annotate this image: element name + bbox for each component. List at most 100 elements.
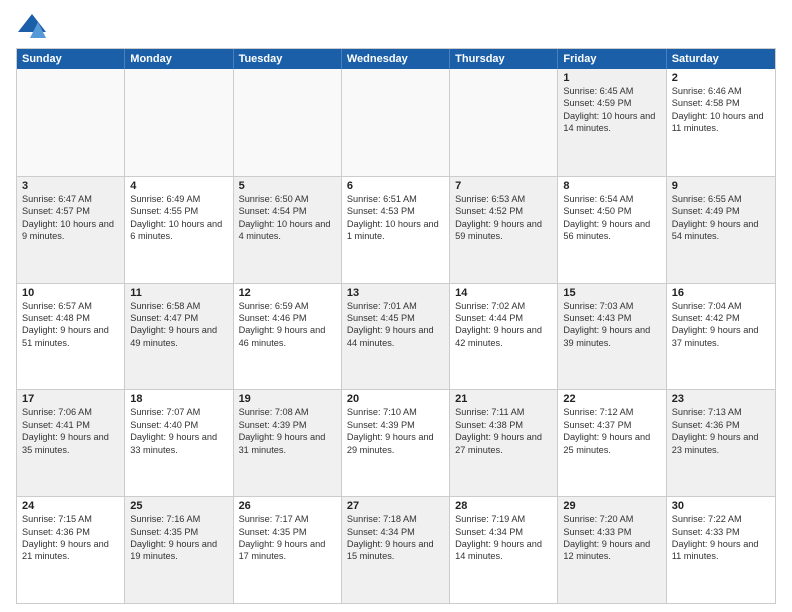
day-header-saturday: Saturday xyxy=(667,49,775,69)
cell-daylight-info: Sunrise: 6:46 AM Sunset: 4:58 PM Dayligh… xyxy=(672,85,770,135)
calendar-cell xyxy=(342,69,450,176)
calendar-row: 17Sunrise: 7:06 AM Sunset: 4:41 PM Dayli… xyxy=(17,389,775,496)
calendar-cell: 30Sunrise: 7:22 AM Sunset: 4:33 PM Dayli… xyxy=(667,497,775,603)
day-number: 2 xyxy=(672,72,770,84)
cell-daylight-info: Sunrise: 7:18 AM Sunset: 4:34 PM Dayligh… xyxy=(347,513,444,563)
cell-daylight-info: Sunrise: 6:57 AM Sunset: 4:48 PM Dayligh… xyxy=(22,300,119,350)
day-number: 25 xyxy=(130,500,227,512)
calendar-cell: 4Sunrise: 6:49 AM Sunset: 4:55 PM Daylig… xyxy=(125,177,233,283)
cell-daylight-info: Sunrise: 7:16 AM Sunset: 4:35 PM Dayligh… xyxy=(130,513,227,563)
cell-daylight-info: Sunrise: 6:47 AM Sunset: 4:57 PM Dayligh… xyxy=(22,193,119,243)
day-number: 11 xyxy=(130,287,227,299)
day-number: 3 xyxy=(22,180,119,192)
header xyxy=(16,12,776,40)
day-number: 26 xyxy=(239,500,336,512)
day-number: 14 xyxy=(455,287,552,299)
cell-daylight-info: Sunrise: 7:19 AM Sunset: 4:34 PM Dayligh… xyxy=(455,513,552,563)
calendar-cell: 3Sunrise: 6:47 AM Sunset: 4:57 PM Daylig… xyxy=(17,177,125,283)
cell-daylight-info: Sunrise: 7:04 AM Sunset: 4:42 PM Dayligh… xyxy=(672,300,770,350)
cell-daylight-info: Sunrise: 7:08 AM Sunset: 4:39 PM Dayligh… xyxy=(239,406,336,456)
calendar-cell: 13Sunrise: 7:01 AM Sunset: 4:45 PM Dayli… xyxy=(342,284,450,390)
calendar-cell: 18Sunrise: 7:07 AM Sunset: 4:40 PM Dayli… xyxy=(125,390,233,496)
calendar-cell: 16Sunrise: 7:04 AM Sunset: 4:42 PM Dayli… xyxy=(667,284,775,390)
calendar-cell: 24Sunrise: 7:15 AM Sunset: 4:36 PM Dayli… xyxy=(17,497,125,603)
calendar-cell: 19Sunrise: 7:08 AM Sunset: 4:39 PM Dayli… xyxy=(234,390,342,496)
calendar-cell: 20Sunrise: 7:10 AM Sunset: 4:39 PM Dayli… xyxy=(342,390,450,496)
day-number: 6 xyxy=(347,180,444,192)
day-number: 9 xyxy=(672,180,770,192)
day-number: 4 xyxy=(130,180,227,192)
cell-daylight-info: Sunrise: 7:17 AM Sunset: 4:35 PM Dayligh… xyxy=(239,513,336,563)
cell-daylight-info: Sunrise: 6:53 AM Sunset: 4:52 PM Dayligh… xyxy=(455,193,552,243)
day-header-sunday: Sunday xyxy=(17,49,125,69)
day-number: 24 xyxy=(22,500,119,512)
cell-daylight-info: Sunrise: 6:49 AM Sunset: 4:55 PM Dayligh… xyxy=(130,193,227,243)
day-number: 12 xyxy=(239,287,336,299)
cell-daylight-info: Sunrise: 7:10 AM Sunset: 4:39 PM Dayligh… xyxy=(347,406,444,456)
day-number: 18 xyxy=(130,393,227,405)
calendar-row: 1Sunrise: 6:45 AM Sunset: 4:59 PM Daylig… xyxy=(17,69,775,176)
logo-icon xyxy=(16,12,48,40)
cell-daylight-info: Sunrise: 7:03 AM Sunset: 4:43 PM Dayligh… xyxy=(563,300,660,350)
cell-daylight-info: Sunrise: 7:02 AM Sunset: 4:44 PM Dayligh… xyxy=(455,300,552,350)
calendar-row: 10Sunrise: 6:57 AM Sunset: 4:48 PM Dayli… xyxy=(17,283,775,390)
calendar-cell: 29Sunrise: 7:20 AM Sunset: 4:33 PM Dayli… xyxy=(558,497,666,603)
cell-daylight-info: Sunrise: 6:55 AM Sunset: 4:49 PM Dayligh… xyxy=(672,193,770,243)
day-number: 20 xyxy=(347,393,444,405)
cell-daylight-info: Sunrise: 7:06 AM Sunset: 4:41 PM Dayligh… xyxy=(22,406,119,456)
day-header-friday: Friday xyxy=(558,49,666,69)
calendar-cell: 9Sunrise: 6:55 AM Sunset: 4:49 PM Daylig… xyxy=(667,177,775,283)
cell-daylight-info: Sunrise: 6:50 AM Sunset: 4:54 PM Dayligh… xyxy=(239,193,336,243)
cell-daylight-info: Sunrise: 7:11 AM Sunset: 4:38 PM Dayligh… xyxy=(455,406,552,456)
calendar-cell: 2Sunrise: 6:46 AM Sunset: 4:58 PM Daylig… xyxy=(667,69,775,176)
cell-daylight-info: Sunrise: 6:54 AM Sunset: 4:50 PM Dayligh… xyxy=(563,193,660,243)
day-number: 7 xyxy=(455,180,552,192)
cell-daylight-info: Sunrise: 7:15 AM Sunset: 4:36 PM Dayligh… xyxy=(22,513,119,563)
calendar-cell: 8Sunrise: 6:54 AM Sunset: 4:50 PM Daylig… xyxy=(558,177,666,283)
calendar-row: 3Sunrise: 6:47 AM Sunset: 4:57 PM Daylig… xyxy=(17,176,775,283)
day-number: 30 xyxy=(672,500,770,512)
day-header-monday: Monday xyxy=(125,49,233,69)
day-number: 17 xyxy=(22,393,119,405)
day-number: 22 xyxy=(563,393,660,405)
day-number: 16 xyxy=(672,287,770,299)
calendar-body: 1Sunrise: 6:45 AM Sunset: 4:59 PM Daylig… xyxy=(17,69,775,603)
cell-daylight-info: Sunrise: 6:58 AM Sunset: 4:47 PM Dayligh… xyxy=(130,300,227,350)
day-header-tuesday: Tuesday xyxy=(234,49,342,69)
calendar: SundayMondayTuesdayWednesdayThursdayFrid… xyxy=(16,48,776,604)
calendar-cell: 14Sunrise: 7:02 AM Sunset: 4:44 PM Dayli… xyxy=(450,284,558,390)
calendar-cell: 25Sunrise: 7:16 AM Sunset: 4:35 PM Dayli… xyxy=(125,497,233,603)
calendar-cell xyxy=(17,69,125,176)
day-header-thursday: Thursday xyxy=(450,49,558,69)
calendar-cell: 6Sunrise: 6:51 AM Sunset: 4:53 PM Daylig… xyxy=(342,177,450,283)
calendar-cell: 26Sunrise: 7:17 AM Sunset: 4:35 PM Dayli… xyxy=(234,497,342,603)
calendar-cell xyxy=(450,69,558,176)
calendar-cell: 15Sunrise: 7:03 AM Sunset: 4:43 PM Dayli… xyxy=(558,284,666,390)
cell-daylight-info: Sunrise: 6:59 AM Sunset: 4:46 PM Dayligh… xyxy=(239,300,336,350)
calendar-cell: 17Sunrise: 7:06 AM Sunset: 4:41 PM Dayli… xyxy=(17,390,125,496)
day-number: 28 xyxy=(455,500,552,512)
cell-daylight-info: Sunrise: 7:22 AM Sunset: 4:33 PM Dayligh… xyxy=(672,513,770,563)
cell-daylight-info: Sunrise: 7:12 AM Sunset: 4:37 PM Dayligh… xyxy=(563,406,660,456)
day-number: 5 xyxy=(239,180,336,192)
day-number: 8 xyxy=(563,180,660,192)
cell-daylight-info: Sunrise: 7:20 AM Sunset: 4:33 PM Dayligh… xyxy=(563,513,660,563)
calendar-row: 24Sunrise: 7:15 AM Sunset: 4:36 PM Dayli… xyxy=(17,496,775,603)
calendar-cell: 5Sunrise: 6:50 AM Sunset: 4:54 PM Daylig… xyxy=(234,177,342,283)
cell-daylight-info: Sunrise: 7:07 AM Sunset: 4:40 PM Dayligh… xyxy=(130,406,227,456)
calendar-header: SundayMondayTuesdayWednesdayThursdayFrid… xyxy=(17,49,775,69)
calendar-cell: 21Sunrise: 7:11 AM Sunset: 4:38 PM Dayli… xyxy=(450,390,558,496)
calendar-cell: 23Sunrise: 7:13 AM Sunset: 4:36 PM Dayli… xyxy=(667,390,775,496)
day-number: 10 xyxy=(22,287,119,299)
day-number: 21 xyxy=(455,393,552,405)
calendar-cell: 12Sunrise: 6:59 AM Sunset: 4:46 PM Dayli… xyxy=(234,284,342,390)
cell-daylight-info: Sunrise: 6:51 AM Sunset: 4:53 PM Dayligh… xyxy=(347,193,444,243)
day-number: 15 xyxy=(563,287,660,299)
calendar-cell: 22Sunrise: 7:12 AM Sunset: 4:37 PM Dayli… xyxy=(558,390,666,496)
day-header-wednesday: Wednesday xyxy=(342,49,450,69)
cell-daylight-info: Sunrise: 7:13 AM Sunset: 4:36 PM Dayligh… xyxy=(672,406,770,456)
calendar-cell xyxy=(234,69,342,176)
calendar-cell: 11Sunrise: 6:58 AM Sunset: 4:47 PM Dayli… xyxy=(125,284,233,390)
day-number: 27 xyxy=(347,500,444,512)
day-number: 1 xyxy=(563,72,660,84)
